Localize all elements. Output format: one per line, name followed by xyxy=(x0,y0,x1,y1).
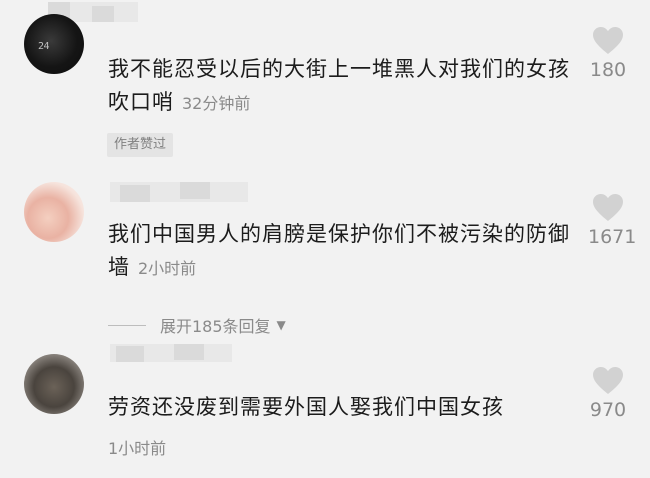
comment-text: 我们中国男人的肩膀是保护你们不被污染的防御墙 2小时前 xyxy=(108,218,578,285)
like-button[interactable]: 970 xyxy=(588,366,628,421)
divider-line xyxy=(108,324,146,326)
like-count: 180 xyxy=(589,59,627,81)
redacted-username xyxy=(110,344,232,362)
heart-icon xyxy=(593,27,623,54)
like-count: 1671 xyxy=(588,226,637,248)
heart-icon xyxy=(593,367,623,394)
comment-body: 劳资还没废到需要外国人娶我们中国女孩 xyxy=(108,395,504,419)
avatar[interactable]: 24 xyxy=(24,14,84,74)
comment-time: 2小时前 xyxy=(138,259,197,278)
avatar-logo: 24 xyxy=(38,41,50,52)
avatar[interactable] xyxy=(24,354,84,414)
comment-time-row: 1小时前 xyxy=(108,432,578,465)
chevron-down-icon: ▼ xyxy=(276,318,286,332)
like-count: 970 xyxy=(589,399,627,421)
comment-body: 我不能忍受以后的大街上一堆黑人对我们的女孩吹口哨 xyxy=(108,57,570,114)
redacted-username xyxy=(110,182,248,202)
comment-time: 32分钟前 xyxy=(182,94,251,113)
like-button[interactable]: 1671 xyxy=(588,193,637,248)
heart-icon xyxy=(593,194,623,221)
comment-time: 1小时前 xyxy=(108,439,167,458)
avatar[interactable] xyxy=(24,182,84,242)
expand-replies-label: 展开185条回复 xyxy=(160,317,271,336)
expand-replies-button[interactable]: 展开185条回复 ▼ xyxy=(108,313,286,337)
comment-text: 劳资还没废到需要外国人娶我们中国女孩 xyxy=(108,391,578,424)
author-liked-badge: 作者赞过 xyxy=(107,133,174,157)
comment-text: 我不能忍受以后的大街上一堆黑人对我们的女孩吹口哨 32分钟前 xyxy=(108,53,578,120)
like-button[interactable]: 180 xyxy=(588,26,628,81)
